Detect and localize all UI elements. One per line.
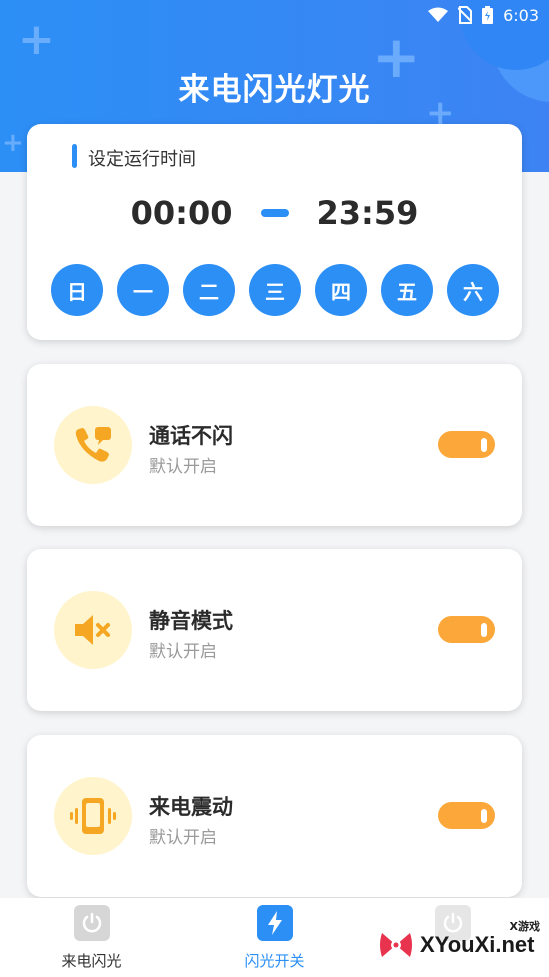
option-subtitle: 默认开启 xyxy=(149,457,217,477)
gamepad-logo-icon xyxy=(380,933,412,957)
option-title: 通话不闪 xyxy=(149,424,233,448)
call-vibrate-toggle[interactable] xyxy=(438,802,495,829)
schedule-section-title: 设定运行时间 xyxy=(88,149,196,170)
nav-label: 闪光开关 xyxy=(244,952,305,970)
option-subtitle: 默认开启 xyxy=(149,642,217,662)
start-time[interactable]: 00:00 xyxy=(131,194,233,232)
day-tuesday[interactable]: 二 xyxy=(183,264,235,316)
option-subtitle: 默认开启 xyxy=(149,828,217,848)
option-card-silent-mode: 静音模式 默认开启 xyxy=(27,549,522,711)
phone-message-icon xyxy=(75,427,111,462)
nav-item-call-flash[interactable]: 来电闪光 xyxy=(0,898,183,977)
power-icon xyxy=(73,905,110,941)
day-sunday[interactable]: 日 xyxy=(51,264,103,316)
option-card-call-vibrate: 来电震动 默认开启 xyxy=(27,735,522,897)
battery-icon xyxy=(482,6,494,24)
weekday-selector: 日 一 二 三 四 五 六 xyxy=(51,264,499,316)
nav-label: 来电闪光 xyxy=(61,952,122,970)
silent-mode-toggle[interactable] xyxy=(438,616,495,643)
toggle-knob xyxy=(481,623,487,637)
day-wednesday[interactable]: 三 xyxy=(249,264,301,316)
time-range: 00:00 23:59 xyxy=(27,194,522,232)
app-title: 来电闪光灯光 xyxy=(178,72,371,108)
phone-vibrate-icon xyxy=(70,798,116,834)
no-flash-in-call-toggle[interactable] xyxy=(438,431,495,458)
end-time[interactable]: 23:59 xyxy=(317,194,419,232)
day-monday[interactable]: 一 xyxy=(117,264,169,316)
plus-decoration: + xyxy=(2,128,24,158)
day-saturday[interactable]: 六 xyxy=(447,264,499,316)
status-time: 6:03 xyxy=(503,5,539,25)
speaker-mute-icon xyxy=(75,615,110,645)
no-sim-icon xyxy=(458,6,473,24)
section-accent-bar xyxy=(72,144,77,168)
day-friday[interactable]: 五 xyxy=(381,264,433,316)
nav-item-flash-switch[interactable]: 闪光开关 xyxy=(183,898,366,977)
toggle-knob xyxy=(481,809,487,823)
option-icon-bg xyxy=(54,777,132,855)
time-separator xyxy=(260,209,289,217)
schedule-card: 设定运行时间 00:00 23:59 日 一 二 三 四 五 六 xyxy=(27,124,522,340)
day-thursday[interactable]: 四 xyxy=(315,264,367,316)
toggle-knob xyxy=(481,438,487,452)
watermark-small-text: X游戏 xyxy=(509,920,540,933)
plus-decoration: + xyxy=(18,14,55,65)
option-icon-bg xyxy=(54,406,132,484)
status-bar: 6:03 xyxy=(428,5,539,25)
lightning-icon xyxy=(256,905,293,941)
option-icon-bg xyxy=(54,591,132,669)
wifi-icon xyxy=(428,7,449,22)
option-card-no-flash-in-call: 通话不闪 默认开启 xyxy=(27,364,522,526)
option-title: 静音模式 xyxy=(149,609,233,633)
option-title: 来电震动 xyxy=(149,795,233,819)
watermark: XYouXi.net X游戏 xyxy=(376,920,546,970)
watermark-text: XYouXi.net xyxy=(420,932,535,957)
